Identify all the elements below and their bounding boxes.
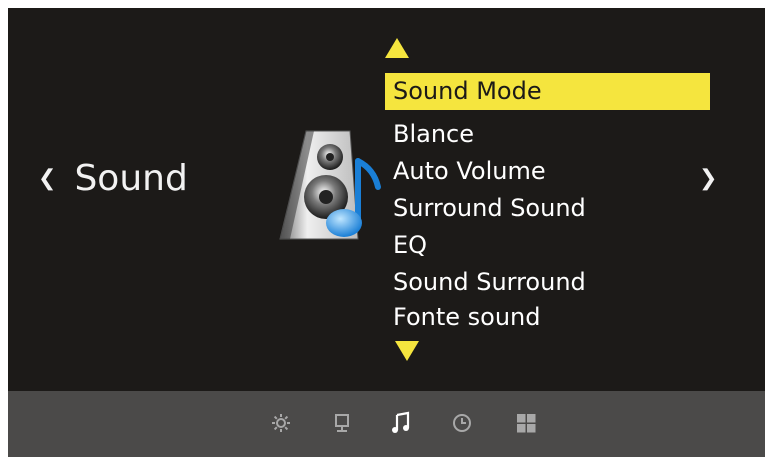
menu-main-area: ❮ Sound ❯ Sound Mode Blance Auto Volume …	[8, 8, 765, 391]
menu-item-fonte-sound[interactable]: Fonte sound	[385, 299, 710, 336]
scroll-up-arrow-icon[interactable]	[385, 38, 409, 58]
menu-item-eq[interactable]: EQ	[385, 227, 710, 264]
menu-item-label: Fonte sound	[393, 303, 541, 331]
menu-item-label: Sound Mode	[393, 77, 542, 105]
menu-item-label: EQ	[393, 231, 428, 259]
speaker-music-icon	[279, 130, 381, 240]
category-title: Sound	[74, 158, 188, 199]
menu-item-auto-volume[interactable]: Auto Volume	[385, 153, 710, 190]
menu-item-label: Surround Sound	[393, 194, 586, 222]
menu-item-surround-sound[interactable]: Surround Sound	[385, 190, 710, 227]
music-note-icon[interactable]	[390, 411, 412, 435]
clock-icon[interactable]	[451, 411, 473, 435]
menu-item-sound-surround[interactable]: Sound Surround	[385, 264, 710, 301]
menu-item-label: Sound Surround	[393, 268, 586, 296]
menu-item-sound-mode[interactable]: Sound Mode	[385, 73, 710, 110]
prev-category-icon[interactable]: ❮	[38, 158, 56, 200]
category-tab-bar	[8, 391, 765, 457]
category-header: ❮ Sound	[38, 158, 188, 200]
menu-item-blance[interactable]: Blance	[385, 116, 710, 153]
menu-item-label: Blance	[393, 120, 475, 148]
tv-menu-screen: ❮ Sound ❯ Sound Mode Blance Auto Volume …	[8, 8, 765, 457]
scroll-down-arrow-icon[interactable]	[395, 341, 419, 361]
grid-icon[interactable]	[515, 411, 537, 435]
settings-icon[interactable]	[270, 411, 292, 435]
monitor-icon[interactable]	[331, 411, 353, 435]
menu-item-label: Auto Volume	[393, 157, 546, 185]
